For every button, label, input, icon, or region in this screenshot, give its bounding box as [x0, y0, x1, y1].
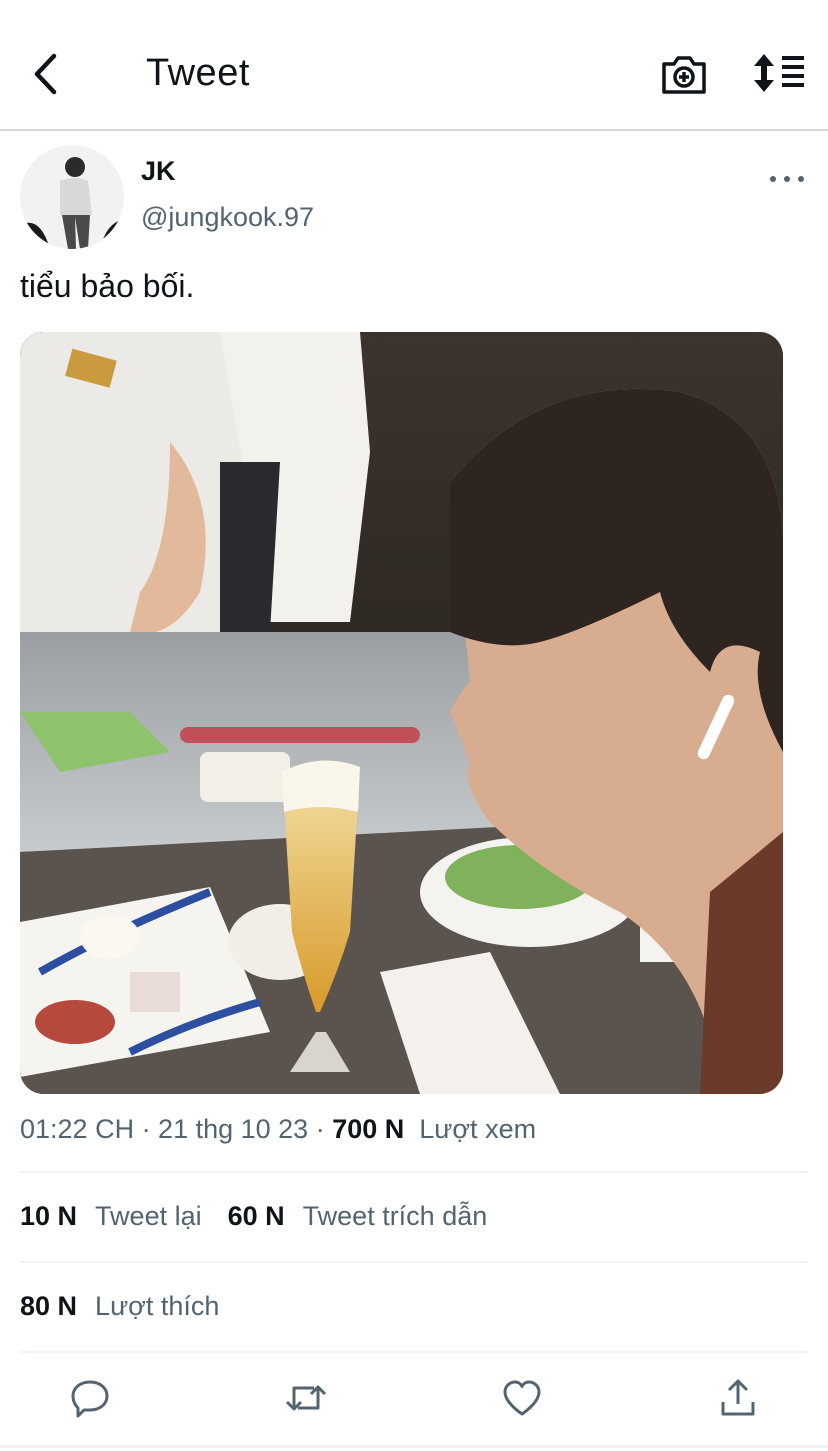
avatar[interactable] — [20, 145, 124, 249]
tweet-action-bar — [0, 1370, 828, 1430]
more-dot-icon — [784, 176, 790, 182]
retweet-button[interactable] — [278, 1370, 334, 1426]
retweets-count[interactable]: 10 N — [20, 1201, 77, 1232]
camera-plus-icon — [662, 56, 706, 94]
divider — [20, 1351, 808, 1353]
photo-image — [20, 332, 783, 1094]
share-button[interactable] — [710, 1370, 766, 1426]
more-dot-icon — [770, 176, 776, 182]
avatar-photo — [20, 145, 124, 249]
likes-label[interactable]: Lượt thích — [95, 1291, 219, 1322]
author-display-name[interactable]: JK — [141, 156, 176, 187]
tweet-meta-line: 01:22 CH · 21 thg 10 23 · 700 N Lượt xem — [20, 1114, 536, 1145]
page-title: Tweet — [146, 52, 250, 94]
likes-stats-row: 80 N Lượt thích — [20, 1291, 245, 1322]
tweet-text: tiểu bảo bối. — [20, 268, 195, 304]
chevron-left-icon — [34, 53, 57, 95]
retweet-icon — [285, 1385, 327, 1411]
bottom-divider — [0, 1445, 828, 1448]
more-dot-icon — [798, 176, 804, 182]
retweets-label[interactable]: Tweet lại — [95, 1201, 202, 1232]
back-button[interactable] — [26, 50, 66, 98]
likes-count[interactable]: 80 N — [20, 1291, 77, 1322]
tweet-timestamp: 01:22 CH · 21 thg 10 23 · — [20, 1114, 333, 1144]
top-navigation-bar: Tweet — [0, 0, 828, 131]
views-label: Lượt xem — [419, 1114, 537, 1144]
views-count: 700 N — [332, 1114, 405, 1144]
quotes-label[interactable]: Tweet trích dẫn — [303, 1201, 488, 1232]
heart-icon — [503, 1380, 541, 1416]
camera-button[interactable] — [660, 52, 708, 96]
reply-button[interactable] — [62, 1370, 118, 1426]
divider — [20, 1261, 808, 1263]
more-options-button[interactable] — [770, 168, 804, 190]
quotes-count[interactable]: 60 N — [228, 1201, 285, 1232]
like-button[interactable] — [494, 1370, 550, 1426]
share-upload-icon — [721, 1379, 755, 1416]
divider — [20, 1171, 808, 1173]
author-handle[interactable]: @jungkook.97 — [141, 202, 314, 233]
sort-list-icon — [754, 54, 804, 92]
engagement-stats-row: 10 N Tweet lại 60 N Tweet trích dẫn — [20, 1201, 513, 1232]
reply-bubble-icon — [71, 1380, 109, 1418]
sort-button[interactable] — [752, 52, 806, 94]
tweet-media-photo[interactable] — [20, 332, 783, 1094]
